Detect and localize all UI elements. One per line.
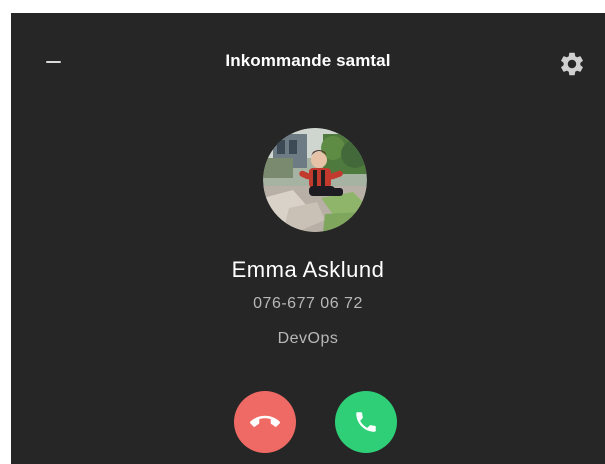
decline-call-button[interactable] (234, 391, 296, 453)
incoming-call-window: Inkommande samtal Emma Asklund 076-677 0… (11, 13, 605, 464)
caller-avatar (263, 128, 367, 232)
caller-name: Emma Asklund (231, 257, 385, 282)
window-title: Inkommande samtal (225, 51, 391, 70)
settings-button[interactable] (558, 50, 586, 78)
phone-hangup-icon (250, 415, 280, 427)
gear-icon (561, 52, 583, 76)
caller-photo (263, 128, 367, 232)
caller-department: DevOps (277, 330, 339, 347)
accept-call-button[interactable] (335, 391, 397, 453)
phone-icon (356, 412, 376, 432)
title-bar: Inkommande samtal (11, 13, 605, 113)
caller-phone-number: 076-677 06 72 (253, 295, 363, 312)
